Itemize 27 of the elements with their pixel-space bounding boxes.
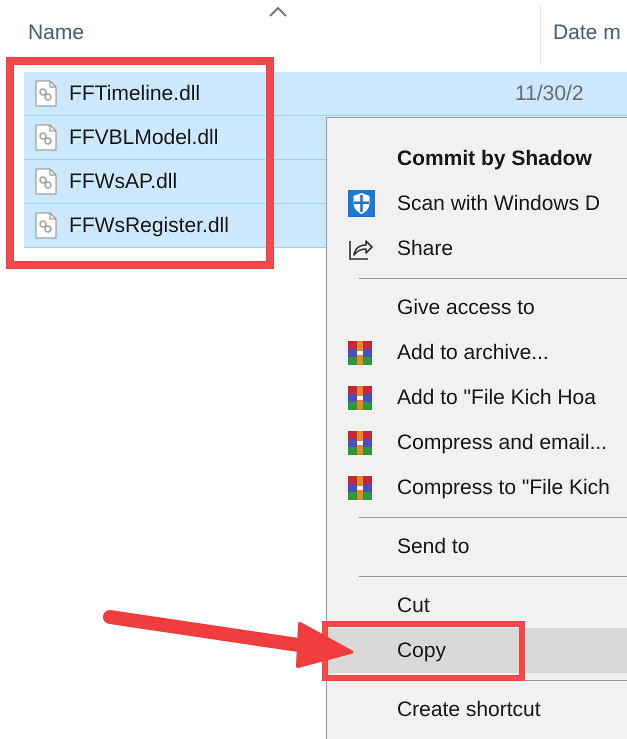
column-header[interactable]: Date m (540, 5, 621, 65)
file-name: FFWsAP.dll (69, 170, 178, 194)
dll-file-icon (35, 168, 57, 195)
dll-file-icon (35, 124, 57, 151)
sort-caret-icon (268, 6, 288, 18)
menu-item[interactable]: Cut (327, 583, 627, 628)
menu-item[interactable]: Compress and email... (327, 420, 627, 465)
menu-item[interactable]: Send to (327, 524, 627, 569)
archive-icon (348, 340, 372, 364)
archive-icon (348, 430, 372, 454)
menu-item[interactable]: Add to archive... (327, 330, 627, 375)
file-name: FFVBLModel.dll (69, 126, 220, 150)
file-row[interactable]: FFTimeline.dll 11/30/2 (24, 72, 627, 116)
dll-file-icon (35, 212, 57, 239)
menu-item[interactable]: Add to "File Kich Hoa (327, 375, 627, 420)
archive-icon (348, 386, 372, 410)
menu-item[interactable]: Create shortcut (327, 687, 627, 732)
column-header[interactable]: Name (0, 21, 540, 65)
file-name: FFTimeline.dll (69, 82, 202, 106)
dll-file-icon (35, 80, 57, 107)
menu-item[interactable]: Copy (327, 628, 627, 673)
file-date: 11/30/2 (515, 82, 584, 106)
menu-item[interactable]: Give access to (327, 285, 627, 330)
file-name: FFWsRegister.dll (69, 214, 230, 238)
archive-icon (348, 476, 372, 500)
shield-icon (348, 190, 375, 217)
menu-item[interactable]: Compress to "File Kich (327, 465, 627, 510)
